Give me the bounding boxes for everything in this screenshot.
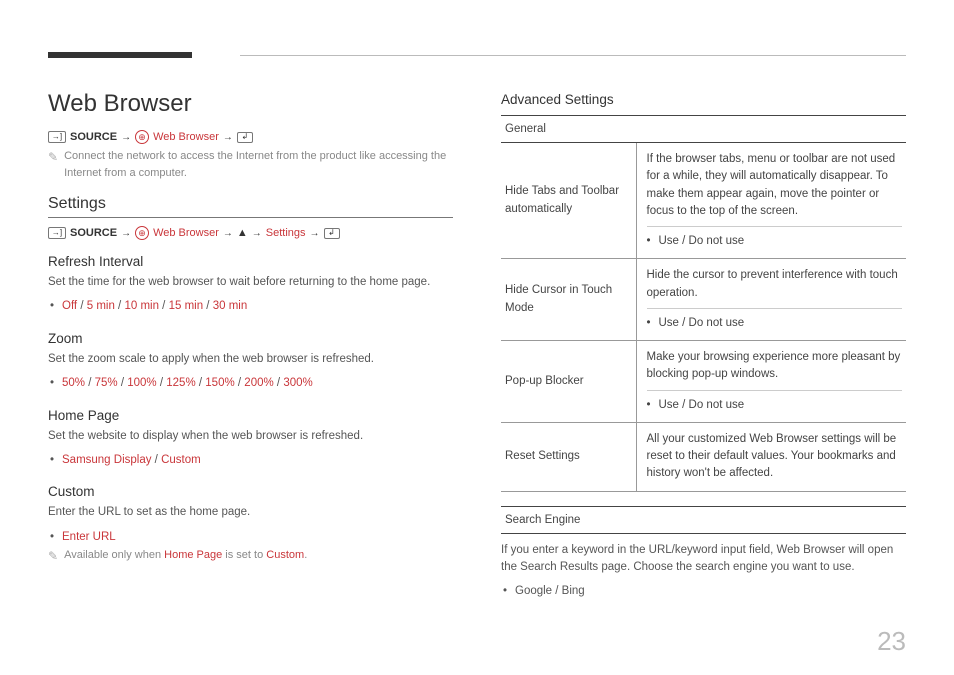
chapter-mark: [48, 52, 192, 58]
custom-note: ✎ Available only when Home Page is set t…: [48, 547, 453, 565]
settings-heading: Settings: [48, 195, 453, 218]
nav-path-1: →] SOURCE → ⊕ Web Browser → ↲: [48, 130, 453, 144]
page-title: Web Browser: [48, 90, 453, 118]
refresh-heading: Refresh Interval: [48, 254, 453, 269]
general-header: General: [501, 116, 906, 143]
refresh-desc: Set the time for the web browser to wait…: [48, 274, 453, 291]
home-heading: Home Page: [48, 408, 453, 423]
arrow-icon: →: [252, 228, 262, 239]
zoom-desc: Set the zoom scale to apply when the web…: [48, 351, 453, 368]
refresh-options: Off / 5 min / 10 min / 15 min / 30 min: [48, 297, 453, 317]
pen-icon: ✎: [48, 148, 58, 181]
row-desc: If the browser tabs, menu or toolbar are…: [636, 143, 906, 259]
zoom-options: 50% / 75% / 100% / 125% / 150% / 200% / …: [48, 374, 453, 394]
page-number: 23: [877, 626, 906, 657]
table-row: Hide Cursor in Touch Mode Hide the curso…: [501, 259, 906, 341]
globe-icon: ⊕: [135, 130, 149, 144]
custom-desc: Enter the URL to set as the home page.: [48, 504, 453, 521]
home-options: Samsung Display / Custom: [48, 451, 453, 471]
nav-web-browser: Web Browser: [153, 131, 219, 143]
row-label: Pop-up Blocker: [501, 341, 636, 423]
table-row: Reset Settings All your customized Web B…: [501, 422, 906, 491]
arrow-icon: →: [121, 228, 131, 239]
globe-icon: ⊕: [135, 226, 149, 240]
advanced-heading: Advanced Settings: [501, 92, 906, 107]
intro-note-text: Connect the network to access the Intern…: [64, 148, 453, 181]
source-label: SOURCE: [70, 227, 117, 239]
source-icon: →]: [48, 131, 66, 143]
enter-icon: ↲: [324, 228, 340, 239]
intro-note: ✎ Connect the network to access the Inte…: [48, 148, 453, 181]
nav-web-browser: Web Browser: [153, 227, 219, 239]
search-engine-desc: If you enter a keyword in the URL/keywor…: [501, 542, 906, 577]
custom-option: Enter URL: [48, 528, 453, 548]
row-label: Hide Cursor in Touch Mode: [501, 259, 636, 341]
search-engine-table: Search Engine: [501, 506, 906, 534]
source-label: SOURCE: [70, 131, 117, 143]
zoom-heading: Zoom: [48, 331, 453, 346]
nav-settings: Settings: [266, 227, 306, 239]
search-engine-header: Search Engine: [501, 506, 906, 533]
arrow-icon: →: [223, 228, 233, 239]
header-rule: [240, 55, 906, 56]
right-column: Advanced Settings General Hide Tabs and …: [501, 90, 906, 602]
advanced-table: General Hide Tabs and Toolbar automatica…: [501, 115, 906, 492]
left-column: Web Browser →] SOURCE → ⊕ Web Browser → …: [48, 90, 453, 602]
source-icon: →]: [48, 227, 66, 239]
pen-icon: ✎: [48, 547, 58, 565]
home-desc: Set the website to display when the web …: [48, 428, 453, 445]
up-caret-icon: ▲: [237, 227, 248, 239]
arrow-icon: →: [121, 132, 131, 143]
table-row: Hide Tabs and Toolbar automatically If t…: [501, 143, 906, 259]
custom-heading: Custom: [48, 484, 453, 499]
row-label: Reset Settings: [501, 422, 636, 491]
enter-icon: ↲: [237, 132, 253, 143]
row-label: Hide Tabs and Toolbar automatically: [501, 143, 636, 259]
arrow-icon: →: [223, 132, 233, 143]
search-engine-options: Google / Bing: [501, 582, 906, 602]
row-desc: Hide the cursor to prevent interference …: [636, 259, 906, 341]
table-row: Pop-up Blocker Make your browsing experi…: [501, 341, 906, 423]
nav-path-2: →] SOURCE → ⊕ Web Browser → ▲ → Settings…: [48, 226, 453, 240]
arrow-icon: →: [310, 228, 320, 239]
row-desc: All your customized Web Browser settings…: [636, 422, 906, 491]
row-desc: Make your browsing experience more pleas…: [636, 341, 906, 423]
